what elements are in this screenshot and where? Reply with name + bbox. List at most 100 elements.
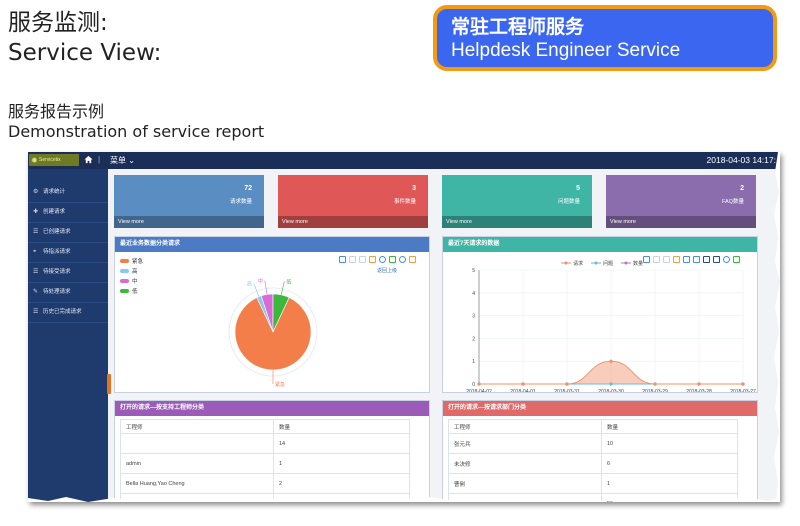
stat-card[interactable]: 3 事件数量 View more — [278, 175, 428, 228]
sidebar-item-label: 待处理请求 — [43, 289, 71, 295]
sidebar-item-3[interactable]: ⌖ 待指派请求 — [28, 243, 108, 263]
y-tick-label: 2 — [472, 336, 475, 342]
line-legend-label[interactable]: 请求 — [573, 260, 583, 267]
column-header[interactable]: 数量 — [601, 419, 738, 434]
table-cell: 未决修 — [448, 453, 602, 474]
column-header[interactable]: 工程师 — [120, 419, 274, 434]
banner-title-cn: 常驻工程师服务 — [451, 16, 585, 38]
stat-card[interactable]: 5 问题数量 View more — [442, 175, 592, 228]
view-more-link[interactable]: View more — [606, 216, 756, 228]
line-panel-title: 最近7天请求的数据 — [443, 237, 757, 252]
table-cell: 1 — [273, 453, 410, 474]
table-cell: 1 — [601, 473, 738, 494]
pie-chart: 高中 低紧急 — [228, 278, 318, 388]
x-tick-label: 2018-03-31 — [554, 389, 580, 392]
stat-value: 5 — [576, 185, 580, 192]
table-row[interactable]: Bella Huang,Yao Cheng 2 — [120, 473, 410, 494]
table-header-row: 工程师 数量 — [448, 419, 738, 434]
current-datetime: 2018-04-03 14:17: — [706, 155, 776, 165]
stat-label: 事件数量 — [393, 199, 416, 205]
pie-slice-label: 紧急 — [275, 381, 285, 388]
table-cell: admin — [120, 453, 274, 474]
view-more-link[interactable]: View more — [442, 216, 592, 228]
view-more-link[interactable]: View more — [114, 216, 264, 228]
data-point[interactable] — [741, 382, 745, 386]
table-cell: 6 — [601, 453, 738, 474]
y-tick-label: 1 — [472, 359, 475, 365]
y-tick-label: 3 — [472, 314, 475, 320]
table-cell: Bella Huang,Yao Cheng — [120, 473, 274, 494]
table-cell: 张元兵 — [448, 433, 602, 454]
divider: | — [98, 155, 101, 164]
stat-label: 请求数量 — [229, 199, 252, 205]
x-tick-label: 2018-03-27 — [730, 389, 756, 392]
sidebar-item-6[interactable]: ☰ 历史已完成请求 — [28, 303, 108, 323]
sidebar-item-label: 请求统计 — [43, 189, 66, 195]
x-tick-label: 2018-03-30 — [598, 389, 624, 392]
subtitle-en: Demonstration of service report — [8, 122, 265, 141]
title-en: Service View: — [8, 40, 162, 66]
view-more-link[interactable]: View more — [278, 216, 428, 228]
table-row[interactable]: 未决修 6 — [448, 453, 738, 474]
x-tick-label: 2018-03-28 — [686, 389, 712, 392]
department-table: 工程师数量张元兵10未决修6曹俐155 — [448, 419, 738, 502]
sidebar-item-label: 创建请求 — [43, 209, 66, 215]
table-cell: 14 — [273, 433, 410, 454]
data-point[interactable] — [477, 382, 481, 386]
x-tick-label: 2018-04-02 — [466, 389, 492, 392]
stat-value: 72 — [244, 185, 252, 192]
table-row[interactable]: 14 — [120, 433, 410, 454]
dashboard-icon: ⚙ — [33, 189, 39, 195]
sidebar-item-label: 待指派请求 — [43, 249, 71, 255]
stat-label: 问题数量 — [557, 199, 580, 205]
table-row[interactable]: 张元兵 10 — [448, 433, 738, 454]
data-point[interactable] — [609, 359, 613, 363]
dashboard-screenshot: ✹ Servicetix | 菜单 ⌄ 2018-04-03 14:17: ⚙ 请… — [28, 152, 780, 502]
engineer-table: 工程师数量14admin1Bella Huang,Yao Cheng2Chen … — [120, 419, 410, 502]
sidebar-collapse-handle[interactable] — [107, 374, 111, 394]
title-cn: 服务监测: — [8, 10, 108, 36]
line-legend-label[interactable]: 数量 — [633, 260, 643, 267]
table-row[interactable]: 曹俐 1 — [448, 473, 738, 494]
data-point[interactable] — [653, 382, 657, 386]
x-tick-label: 2018-03-29 — [642, 389, 668, 392]
stat-card[interactable]: 2 FAQ数量 View more — [606, 175, 756, 228]
data-point[interactable] — [521, 382, 525, 386]
sidebar-nav: ⚙ 请求统计 ✚ 创建请求 ☰ 已创建请求 ⌖ 待指派请求 ☰ 待接受请求 ✎ 待处理请求 ☰ 历史已完成… — [28, 183, 108, 323]
sidebar-item-2[interactable]: ☰ 已创建请求 — [28, 223, 108, 243]
sidebar-item-1[interactable]: ✚ 创建请求 — [28, 203, 108, 223]
helpdesk-banner: 常驻工程师服务 Helpdesk Engineer Service — [433, 5, 777, 71]
line-legend-label[interactable]: 问题 — [603, 260, 613, 267]
sidebar-item-0[interactable]: ⚙ 请求统计 — [28, 183, 108, 203]
line-legend-marker — [564, 261, 568, 265]
list-icon: ☰ — [33, 269, 39, 275]
stat-label: FAQ数量 — [721, 199, 744, 205]
menu-button[interactable]: 菜单 ⌄ — [110, 155, 135, 166]
slide-title: 服务监测: Service View: — [8, 8, 161, 68]
report-subtitle: 服务报告示例 Demonstration of service report — [8, 102, 264, 142]
app-logo[interactable]: ✹ Servicetix — [29, 154, 79, 166]
pie-slice-label: 低 — [286, 278, 291, 285]
pie-slice-label: 中 — [258, 278, 263, 285]
data-point[interactable] — [565, 382, 569, 386]
sidebar-item-5[interactable]: ✎ 待处理请求 — [28, 283, 108, 303]
y-tick-label: 0 — [472, 382, 475, 388]
pie-label-line — [280, 281, 285, 295]
list-icon: ☰ — [33, 229, 39, 235]
sidebar-item-label: 历史已完成请求 — [43, 309, 82, 315]
stat-card[interactable]: 72 请求数量 View more — [114, 175, 264, 228]
engineer-table-panel: 打开的请求—按支持工程师分类 工程师 数量 14 admin 1 Bella Huang,… — [114, 400, 430, 502]
column-header[interactable]: 工程师 — [448, 419, 602, 434]
y-tick-label: 4 — [472, 291, 475, 297]
home-icon[interactable] — [84, 155, 93, 164]
stat-value: 2 — [740, 185, 744, 192]
top-bar: ✹ Servicetix | 菜单 ⌄ 2018-04-03 14:17: — [28, 152, 780, 169]
data-point[interactable] — [697, 382, 701, 386]
stat-value: 3 — [412, 185, 416, 192]
series-area — [479, 361, 743, 384]
sidebar-item-4[interactable]: ☰ 待接受请求 — [28, 263, 108, 283]
table-row[interactable]: admin 1 — [120, 453, 410, 474]
column-header[interactable]: 数量 — [273, 419, 410, 434]
table-cell: 10 — [601, 433, 738, 454]
